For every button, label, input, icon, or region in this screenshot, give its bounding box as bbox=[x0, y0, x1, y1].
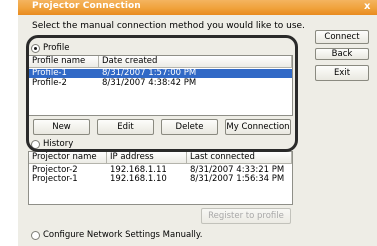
profile-radio[interactable] bbox=[31, 44, 40, 53]
close-icon[interactable]: x bbox=[364, 1, 370, 12]
profile-row[interactable]: Profile-2 8/31/2007 4:38:42 PM bbox=[29, 79, 292, 88]
configure-manually-label[interactable]: Configure Network Settings Manually. bbox=[43, 230, 202, 240]
new-button[interactable]: New bbox=[33, 119, 90, 135]
profile-name-cell: Profile-1 bbox=[32, 68, 67, 78]
my-connection-button[interactable]: My Connection bbox=[225, 119, 291, 135]
connect-button[interactable]: Connect bbox=[315, 30, 369, 44]
configure-manually-radio[interactable] bbox=[31, 231, 40, 240]
exit-button[interactable]: Exit bbox=[315, 65, 369, 81]
profile-name-cell: Profile-2 bbox=[32, 78, 67, 88]
column-header-date-created[interactable]: Date created bbox=[99, 56, 292, 68]
projector-name-cell: Projector-1 bbox=[32, 174, 78, 184]
delete-button[interactable]: Delete bbox=[161, 119, 218, 135]
instruction-text: Select the manual connection method you … bbox=[32, 21, 305, 31]
date-created-cell: 8/31/2007 4:38:42 PM bbox=[102, 78, 197, 88]
date-created-cell: 8/31/2007 1:57:00 PM bbox=[102, 68, 197, 78]
title-bar: Projector Connection x bbox=[18, 0, 377, 15]
last-connected-cell: 8/31/2007 1:56:34 PM bbox=[190, 174, 285, 184]
history-list[interactable]: Projector name IP address Last connected… bbox=[28, 151, 293, 205]
column-header-profile-name[interactable]: Profile name bbox=[29, 56, 99, 68]
history-radio-label[interactable]: History bbox=[43, 139, 73, 149]
window-title: Projector Connection bbox=[32, 1, 141, 11]
ip-address-cell: 192.168.1.10 bbox=[110, 174, 167, 184]
profile-list[interactable]: Profile name Date created Profile-1 8/31… bbox=[28, 55, 293, 116]
radio-selected-dot bbox=[34, 47, 37, 50]
history-row[interactable]: Projector-1 192.168.1.10 8/31/2007 1:56:… bbox=[29, 175, 292, 184]
edit-button[interactable]: Edit bbox=[97, 119, 154, 135]
profile-radio-label[interactable]: Profile bbox=[43, 43, 69, 53]
projector-connection-window: Projector Connection x Select the manual… bbox=[18, 0, 377, 246]
register-to-profile-button[interactable]: Register to profile bbox=[201, 208, 291, 224]
column-header-ip-address[interactable]: IP address bbox=[107, 152, 187, 164]
column-header-last-connected[interactable]: Last connected bbox=[187, 152, 292, 164]
back-button[interactable]: Back bbox=[315, 48, 369, 60]
profile-row[interactable]: Profile-1 8/31/2007 1:57:00 PM bbox=[29, 69, 292, 78]
column-header-projector-name[interactable]: Projector name bbox=[29, 152, 107, 164]
history-radio[interactable] bbox=[31, 140, 40, 149]
